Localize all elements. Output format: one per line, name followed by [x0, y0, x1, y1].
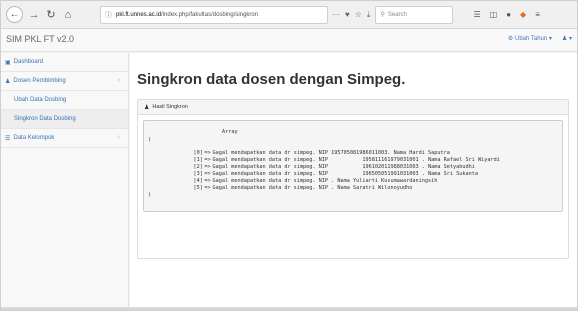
home-icon[interactable]: ⌂ — [62, 6, 74, 24]
sidebar-item-dashboard[interactable]: ▣ Dashboard — [1, 53, 128, 72]
sidebar-item-label: Dashboard — [13, 59, 44, 65]
result-entry: [5] => Gagal mendapatkan data dr simpeg. N… — [156, 179, 412, 198]
user-dropdown[interactable]: ♟ ▾ — [562, 35, 572, 42]
search-placeholder: Search — [387, 11, 407, 18]
addon-icon[interactable]: ◆ — [520, 10, 526, 19]
user-icon: ♟ — [561, 36, 568, 42]
user-icon: ♟ — [5, 78, 11, 85]
url-bar[interactable]: ⓘ pkl.ft.unnes.ac.id /index.php/fakultas… — [100, 5, 328, 24]
chevron-left-icon: ‹ — [117, 77, 120, 84]
array-label: Array — [222, 129, 238, 135]
extension-icon[interactable]: ● — [506, 10, 511, 19]
page-actions: ··· ♥ ☆ ⤓ — [332, 10, 370, 20]
pocket-icon[interactable]: ♥ — [345, 10, 350, 19]
window-bottom-edge — [1, 307, 577, 311]
sidebar-item-data-kelompok[interactable]: ☰ Data Kelompok ‹ — [1, 129, 128, 148]
dashboard-icon: ▣ — [5, 59, 11, 66]
url-path: /index.php/fakultas/dosbing/singkron — [161, 11, 259, 18]
entry-index: [5] — [193, 185, 203, 192]
entry-message: Gagal mendapatkan data dr simpeg. NIP — [212, 185, 332, 192]
entry-arrow: => — [204, 185, 211, 192]
entry-name: Sri Sukanta — [443, 171, 478, 178]
main-content: Singkron data dosen dengan Simpeg. ♟ Has… — [130, 53, 577, 311]
library-icon[interactable]: ☰ — [473, 10, 480, 19]
ubah-tahun-label: Ubah Tahun ▾ — [514, 36, 552, 42]
user-icon: ♟ — [144, 104, 150, 111]
browser-window: ← → ↻ ⌂ ⓘ pkl.ft.unnes.ac.id /index.php/… — [0, 0, 578, 311]
browser-toolbar: ← → ↻ ⌂ ⓘ pkl.ft.unnes.ac.id /index.php/… — [1, 1, 577, 29]
gear-icon: ⚙ — [507, 36, 514, 42]
panel-title: Hasil Singkron — [152, 104, 188, 110]
panel-body: Array ( [0] => Gagal mendapatkan data dr s… — [143, 120, 563, 254]
paren-close: ) — [148, 192, 152, 198]
app-header: SIM PKL FT v2.0 ⚙ Ubah Tahun ▾ ♟ ▾ — [1, 29, 577, 52]
chevron-left-icon: ‹ — [117, 134, 120, 141]
more-actions-icon[interactable]: ··· — [332, 10, 340, 19]
download-icon[interactable]: ⤓ — [367, 10, 371, 20]
sync-result-panel: ♟ Hasil Singkron Array ( [0] => Gagal mend… — [137, 99, 569, 259]
sidebar-subitem-ubah-data-dosbing[interactable]: Ubah Data Dosbing — [1, 91, 128, 110]
sidebar-subitem-singkron-data-dosbing[interactable]: Singkron Data Dosbing — [1, 110, 128, 129]
forward-icon[interactable]: → — [28, 6, 40, 24]
panel-heading: ♟ Hasil Singkron — [138, 100, 568, 115]
user-dropdown-caret: ▾ — [568, 36, 572, 42]
sidebar: ▣ Dashboard ♟ Dosen Pembimbing ‹ Ubah Da… — [1, 53, 129, 311]
user-menu: ⚙ Ubah Tahun ▾ ♟ ▾ — [508, 35, 572, 42]
list-icon: ☰ — [5, 135, 11, 142]
info-icon[interactable]: ⓘ — [105, 10, 112, 20]
app-brand[interactable]: SIM PKL FT v2.0 — [6, 34, 74, 44]
page-title: Singkron data dosen dengan Simpeg. — [137, 71, 406, 88]
sidebar-item-dosen-pembimbing[interactable]: ♟ Dosen Pembimbing ‹ — [1, 72, 128, 91]
sidebar-item-label: Dosen Pembimbing — [13, 78, 66, 84]
sidebar-toggle-icon[interactable]: ◫ — [490, 10, 498, 19]
menu-icon[interactable]: ≡ — [535, 10, 540, 19]
search-input[interactable]: ⚲ Search — [375, 5, 454, 24]
reload-icon[interactable]: ↻ — [45, 6, 57, 24]
bookmark-icon[interactable]: ☆ — [355, 10, 362, 19]
sidebar-item-label: Data Kelompok — [13, 135, 55, 141]
search-icon: ⚲ — [380, 12, 385, 18]
sidebar-subitem-label: Singkron Data Dosbing — [14, 116, 76, 122]
url-host: pkl.ft.unnes.ac.id — [116, 11, 162, 18]
result-output: Array ( [0] => Gagal mendapatkan data dr s… — [143, 120, 563, 212]
sidebar-subitem-label: Ubah Data Dosbing — [14, 97, 67, 103]
entry-name-label: . Nama — [331, 185, 354, 192]
entry-name: Saratri Wilonoyudho — [353, 185, 413, 192]
back-icon[interactable]: ← — [6, 6, 23, 23]
paren-open: ( — [148, 137, 152, 143]
ubah-tahun-dropdown[interactable]: ⚙ Ubah Tahun ▾ — [508, 35, 552, 42]
toolbar-right: ☰ ◫ ● ◆ ≡ — [473, 10, 539, 19]
